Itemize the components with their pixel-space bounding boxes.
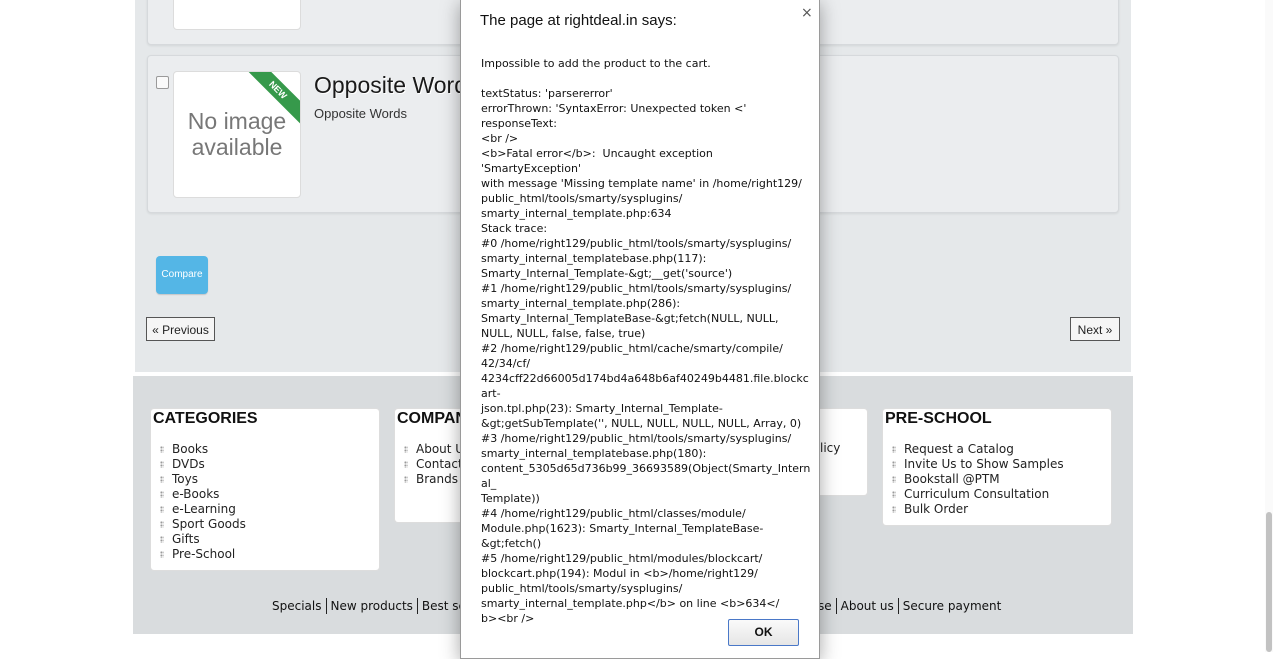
footer-link-separator [835,598,837,614]
footer-link-specials[interactable]: Specials [272,599,322,613]
footer-category-link[interactable]: Gifts [158,532,246,547]
footer-company-link[interactable]: Contact [402,457,464,472]
footer-categories-heading: CATEGORIES [153,410,258,427]
footer-preschool-link[interactable]: Curriculum Consultation [890,487,1064,502]
footer-company-heading: COMPAN [397,410,467,427]
footer-company-block: COMPAN About U Contact Brands [394,408,467,523]
footer-preschool-link[interactable]: Bookstall @PTM [890,472,1064,487]
footer-links-right: se About us Secure payment [818,598,1001,614]
footer-link-secure-payment[interactable]: Secure payment [903,599,1002,613]
footer-policy-link-fragment[interactable]: licy [820,441,840,455]
footer-preschool-link[interactable]: Invite Us to Show Samples [890,457,1064,472]
footer-link-separator [325,598,327,614]
alert-dialog: The page at rightdeal.in says: × Impossi… [460,0,820,659]
footer-category-link[interactable]: e-Learning [158,502,246,517]
footer-links-left: Specials New products Best selle [272,598,480,614]
footer-category-link[interactable]: Books [158,442,246,457]
no-image-text: No image available [187,108,287,160]
next-page-button[interactable]: Next » [1070,317,1120,341]
footer-link-separator [416,598,418,614]
footer-preschool-block: PRE-SCHOOL Request a Catalog Invite Us t… [882,408,1112,526]
footer-preschool-heading: PRE-SCHOOL [885,410,992,427]
footer-company-link[interactable]: About U [402,442,464,457]
product-description: Opposite Words [314,106,407,121]
close-icon[interactable]: × [801,5,813,21]
product-thumbnail[interactable] [173,0,301,30]
footer-category-link[interactable]: e-Books [158,487,246,502]
footer-category-link[interactable]: DVDs [158,457,246,472]
scrollbar-thumb[interactable] [1266,512,1272,652]
footer-category-link[interactable]: Toys [158,472,246,487]
footer-link-separator [897,598,899,614]
footer-preschool-link[interactable]: Bulk Order [890,502,1064,517]
footer-link-fragment[interactable]: se [818,599,832,613]
footer-preschool-link[interactable]: Request a Catalog [890,442,1064,457]
dialog-message: Impossible to add the product to the car… [481,57,811,625]
compare-button[interactable]: Compare [156,256,208,294]
footer-category-link[interactable]: Sport Goods [158,517,246,532]
footer-category-link[interactable]: Pre-School [158,547,246,562]
footer-categories-block: CATEGORIES Books DVDs Toys e-Books e-Lea… [150,408,380,571]
footer-link-about-us[interactable]: About us [841,599,894,613]
compare-checkbox[interactable] [156,76,169,89]
product-thumbnail[interactable]: No image available NEW [173,71,301,198]
product-title-link[interactable]: Opposite Words [314,72,478,99]
previous-page-button[interactable]: « Previous [146,317,215,341]
footer-company-link[interactable]: Brands [402,472,464,487]
ok-button[interactable]: OK [728,619,799,646]
footer-link-new-products[interactable]: New products [331,599,413,613]
dialog-title: The page at rightdeal.in says: [480,12,677,29]
